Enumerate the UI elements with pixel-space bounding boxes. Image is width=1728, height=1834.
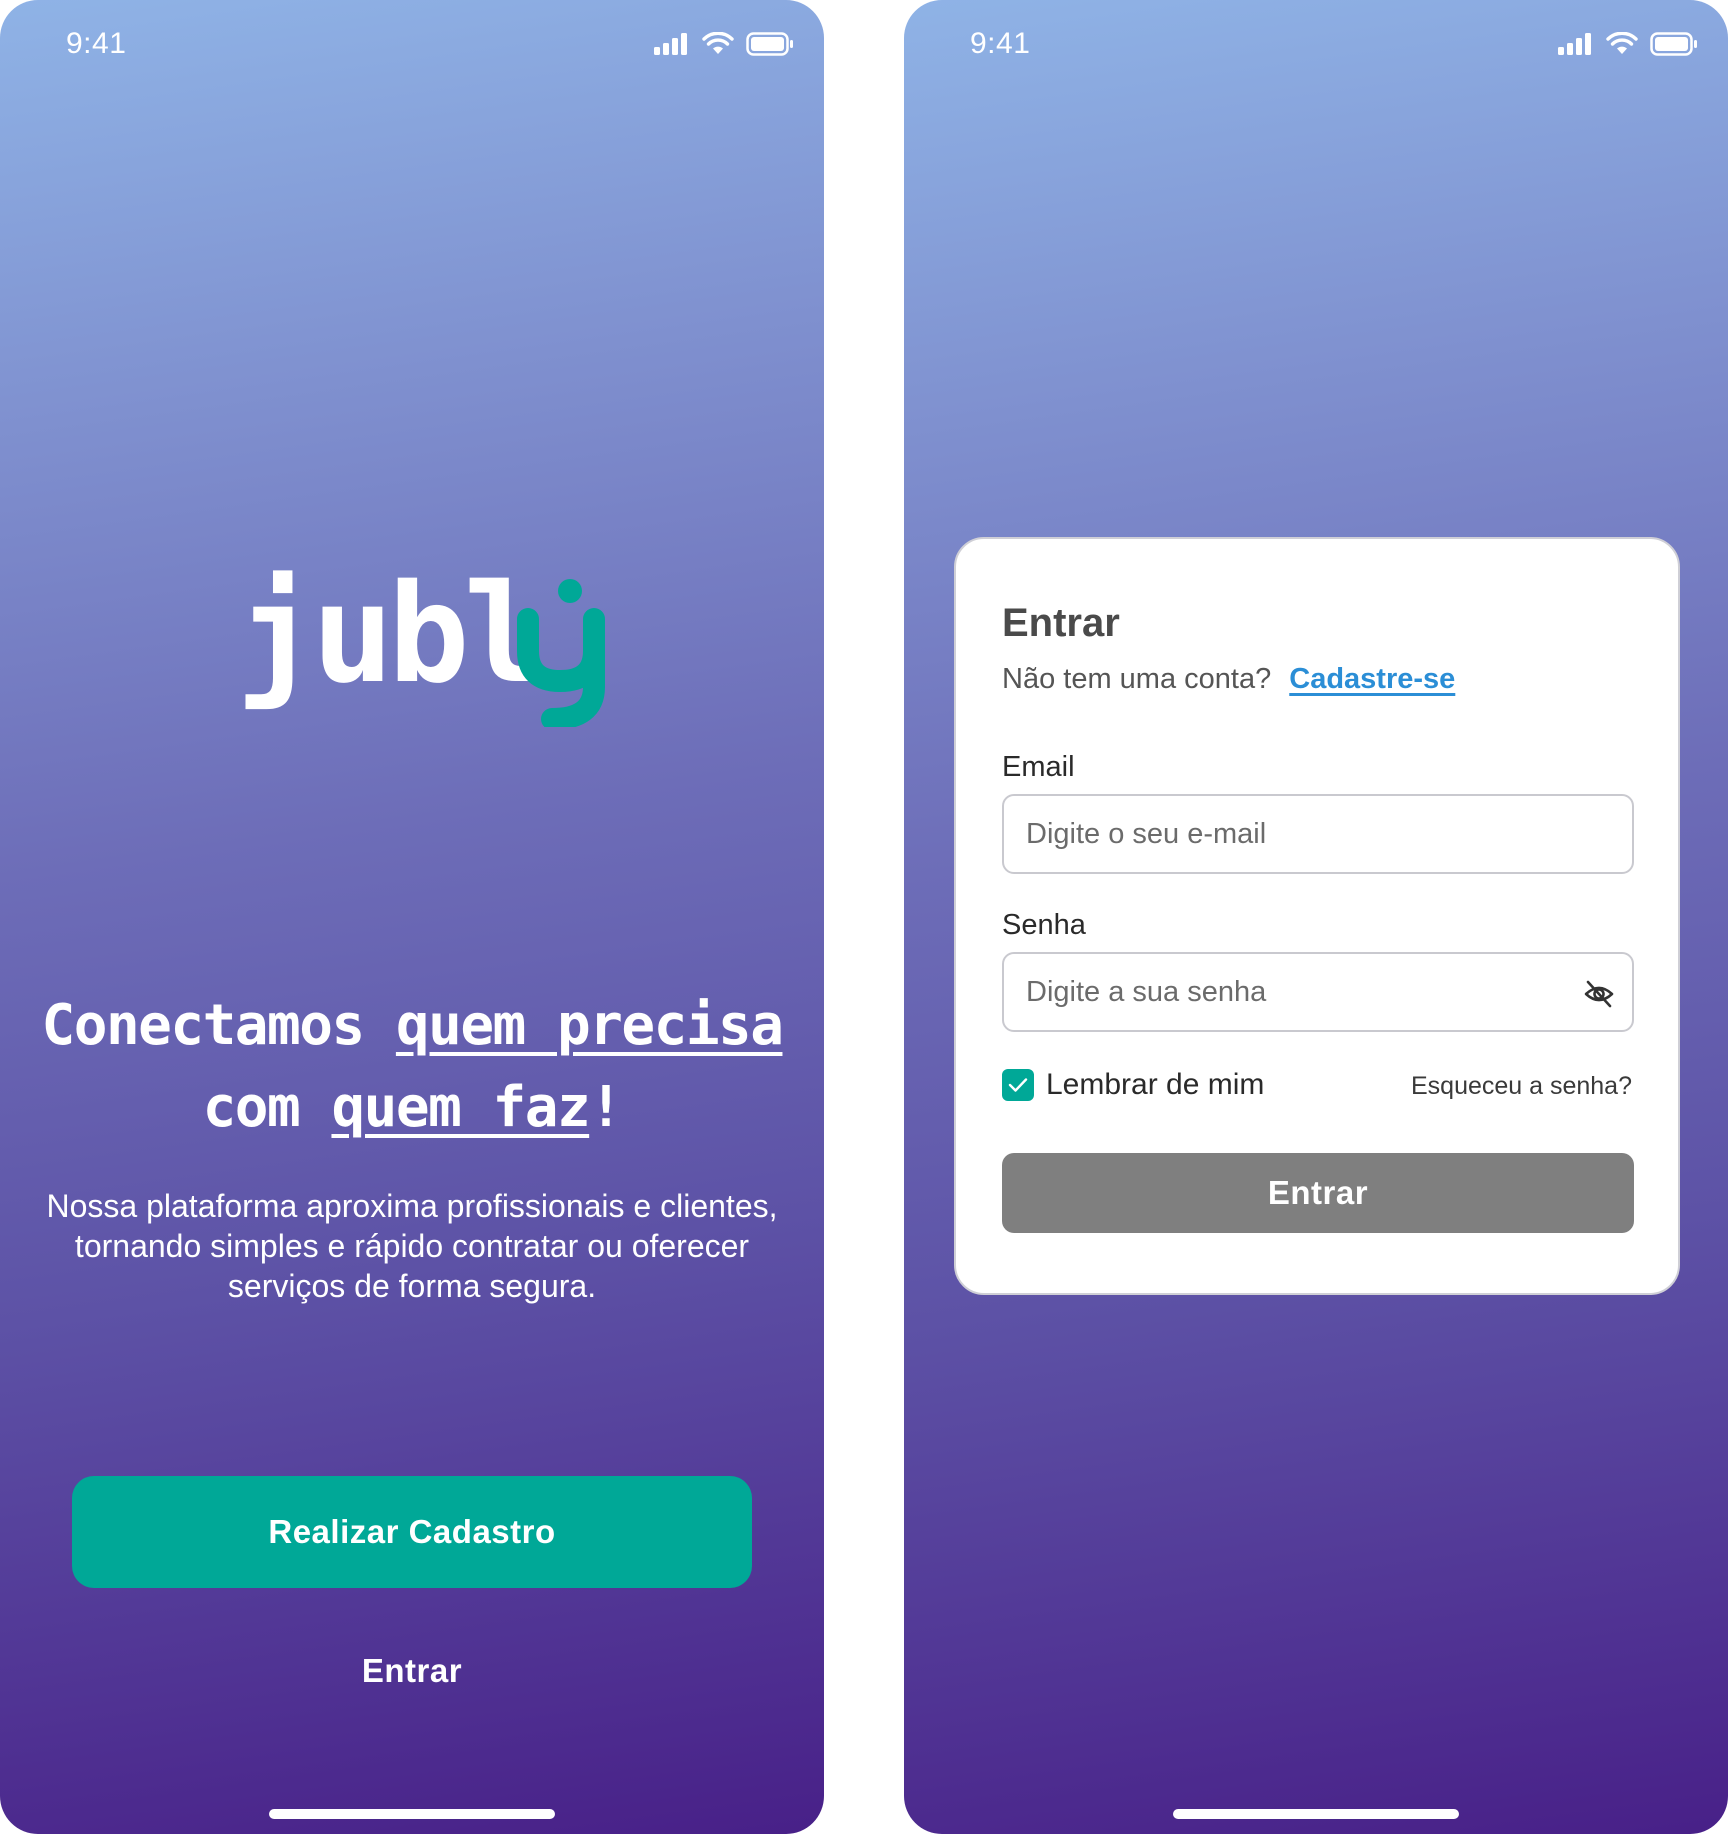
signal-icon bbox=[1558, 33, 1591, 55]
eye-off-icon[interactable] bbox=[1584, 980, 1614, 1008]
login-title: Entrar bbox=[1002, 601, 1120, 645]
status-bar: 9:41 bbox=[904, 0, 1728, 90]
headline-part-5: ! bbox=[589, 1075, 623, 1140]
battery-icon bbox=[746, 32, 793, 56]
no-account-text: Não tem uma conta? bbox=[1002, 663, 1272, 695]
signal-icon bbox=[654, 33, 687, 55]
logo-y-mark bbox=[517, 579, 605, 727]
password-input[interactable] bbox=[1026, 954, 1566, 1030]
status-time: 9:41 bbox=[970, 27, 1031, 60]
login-submit-button[interactable]: Entrar bbox=[1002, 1153, 1634, 1233]
checkmark-icon bbox=[1008, 1078, 1028, 1092]
wifi-icon bbox=[702, 32, 734, 54]
password-field[interactable] bbox=[1002, 952, 1634, 1032]
status-bar: 9:41 bbox=[0, 0, 824, 90]
headline-part-3: com bbox=[202, 1075, 332, 1140]
headline: Conectamos quem precisa com quem faz! bbox=[40, 985, 784, 1149]
signup-prompt: Não tem uma conta? Cadastre-se bbox=[1002, 663, 1455, 696]
home-indicator bbox=[269, 1809, 555, 1819]
login-card: Entrar Não tem uma conta? Cadastre-se Em… bbox=[954, 537, 1680, 1295]
remember-checkbox[interactable] bbox=[1002, 1069, 1034, 1101]
welcome-description: Nossa plataforma aproxima profissionais … bbox=[46, 1188, 778, 1304]
headline-part-1: Conectamos bbox=[41, 993, 396, 1058]
login-link[interactable]: Entrar bbox=[312, 1652, 512, 1690]
welcome-screen: 9:41 jubl Conectamos quem precisa com qu… bbox=[0, 0, 824, 1834]
signup-button[interactable]: Realizar Cadastro bbox=[72, 1476, 752, 1588]
logo-text: jubl bbox=[236, 556, 546, 714]
signup-link[interactable]: Cadastre-se bbox=[1289, 663, 1455, 695]
status-icons bbox=[1558, 32, 1698, 56]
email-input[interactable] bbox=[1026, 796, 1566, 872]
headline-part-4: quem faz bbox=[331, 1075, 590, 1140]
status-time: 9:41 bbox=[66, 27, 127, 60]
battery-icon bbox=[1650, 32, 1697, 56]
email-field[interactable] bbox=[1002, 794, 1634, 874]
email-label: Email bbox=[1002, 751, 1075, 783]
jubly-logo: jubl bbox=[236, 556, 605, 727]
status-icons bbox=[654, 32, 794, 56]
home-indicator bbox=[1173, 1809, 1459, 1819]
remember-label: Lembrar de mim bbox=[1046, 1068, 1265, 1101]
remember-me[interactable]: Lembrar de mim bbox=[1002, 1068, 1264, 1102]
wifi-icon bbox=[1606, 32, 1638, 54]
login-screen: 9:41 Entrar Não tem uma conta? Cadastre-… bbox=[904, 0, 1728, 1834]
password-label: Senha bbox=[1002, 909, 1086, 941]
forgot-password-link[interactable]: Esqueceu a senha? bbox=[1411, 1072, 1632, 1101]
headline-part-2: quem precisa bbox=[395, 993, 784, 1058]
